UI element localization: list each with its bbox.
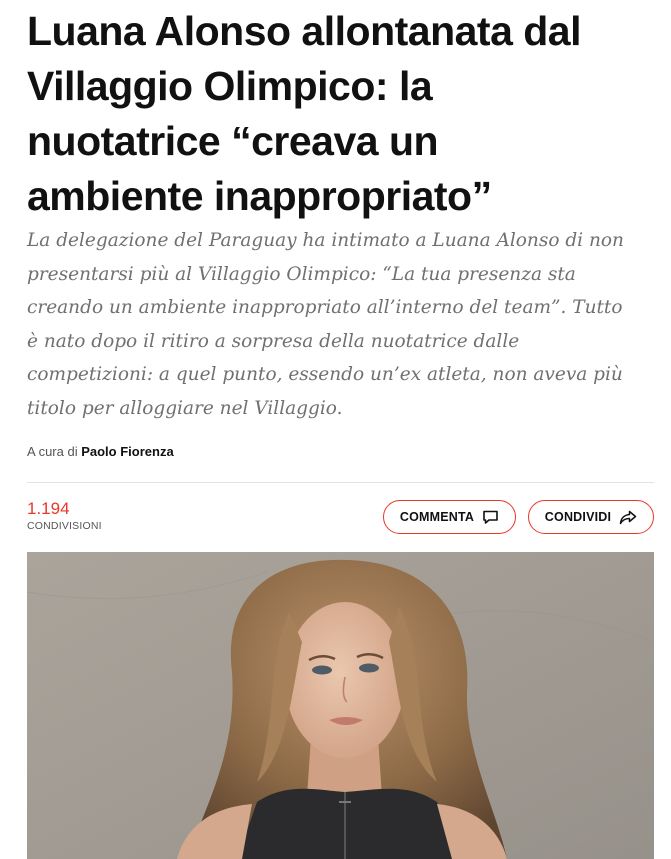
article-headline: Luana Alonso allontanata dal Villaggio O… — [27, 4, 657, 224]
share-button-label: CONDIVIDI — [544, 510, 612, 524]
comment-button[interactable]: COMMENTA — [383, 500, 516, 534]
comment-button-label: COMMENTA — [399, 510, 475, 524]
article-subtitle: La delegazione del Paraguay ha intimato … — [27, 224, 652, 425]
subtitle-line: creando un ambiente inappropriato all’in… — [27, 297, 623, 318]
share-count-label: CONDIVISIONI — [27, 520, 102, 532]
comment-icon — [482, 509, 499, 525]
headline-line: Villaggio Olimpico: la — [27, 63, 433, 109]
subtitle-line: è nato dopo il ritiro a sorpresa della n… — [27, 330, 520, 352]
divider — [27, 482, 654, 483]
byline-prefix: A cura di — [27, 444, 78, 459]
share-button[interactable]: CONDIVIDI — [528, 500, 654, 534]
headline-line: Luana Alonso allontanata dal — [27, 8, 582, 54]
article-photo — [27, 552, 654, 859]
author-link[interactable]: Paolo Fiorenza — [81, 444, 173, 459]
headline-line: ambiente inappropriato” — [27, 173, 492, 219]
subtitle-line: La delegazione del Paraguay ha intimato … — [27, 230, 624, 251]
share-arrow-icon — [619, 510, 637, 525]
subtitle-line: titolo per alloggiare nel Villaggio. — [27, 397, 343, 419]
share-counter: 1.194 CONDIVISIONI — [27, 499, 102, 533]
subtitle-line: presentarsi più al Villaggio Olimpico: “… — [27, 263, 576, 285]
headline-line: nuotatrice “creava un — [27, 118, 439, 164]
byline: A cura di Paolo Fiorenza — [27, 444, 174, 459]
share-count: 1.194 — [27, 499, 70, 518]
subtitle-line: competizioni: a quel punto, essendo un’e… — [27, 364, 623, 385]
